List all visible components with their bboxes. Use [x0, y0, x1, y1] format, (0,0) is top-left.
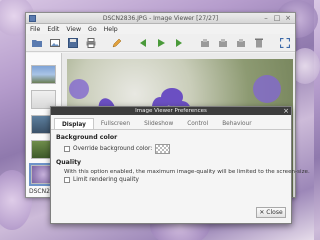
app-icon: [29, 15, 36, 22]
flip-icon[interactable]: [236, 37, 246, 49]
override-bg-row: Override background color:: [64, 144, 287, 154]
viewer-title: DSCN2836.JPG - Image Viewer [27/27]: [102, 14, 219, 22]
dialog-close-icon[interactable]: ×: [283, 107, 289, 115]
menubar: File Edit View Go Help: [26, 24, 295, 34]
override-bg-checkbox[interactable]: [64, 146, 70, 152]
tab-control[interactable]: Control: [180, 118, 215, 129]
maximize-icon[interactable]: □: [273, 14, 281, 22]
edit-icon[interactable]: [112, 37, 122, 49]
menu-help[interactable]: Help: [104, 26, 118, 33]
preferences-dialog: Image Viewer Preferences × Display Fulls…: [50, 106, 310, 224]
window-controls: – □ ×: [262, 14, 292, 22]
fullscreen-icon[interactable]: [280, 37, 290, 49]
quality-description: With this option enabled, the maximum im…: [64, 169, 310, 175]
menu-file[interactable]: File: [30, 26, 40, 33]
display-panel: Background color Override background col…: [51, 130, 310, 183]
dialog-title: Image Viewer Preferences: [135, 108, 207, 114]
bg-color-picker-button[interactable]: [155, 144, 171, 154]
limit-quality-row: Limit rendering quality: [64, 177, 287, 183]
override-bg-label: Override background color:: [73, 146, 153, 152]
tab-slideshow[interactable]: Slideshow: [137, 118, 180, 129]
thumbnail[interactable]: [31, 65, 56, 84]
print-icon[interactable]: [86, 37, 96, 49]
close-button[interactable]: ✕ Close: [256, 207, 286, 218]
menu-go[interactable]: Go: [88, 26, 97, 33]
preference-tabs: Display Fullscreen Slideshow Control Beh…: [51, 118, 291, 130]
tab-display[interactable]: Display: [54, 118, 94, 129]
image-icon[interactable]: [50, 37, 60, 49]
background-color-heading: Background color: [56, 134, 118, 141]
back-icon[interactable]: [138, 37, 148, 49]
forward-icon[interactable]: [174, 37, 184, 49]
limit-quality-label: Limit rendering quality: [73, 177, 139, 183]
folder-icon[interactable]: [32, 37, 42, 49]
minimize-icon[interactable]: –: [262, 14, 270, 22]
rotate-right-icon[interactable]: [218, 37, 228, 49]
viewer-titlebar: DSCN2836.JPG - Image Viewer [27/27] – □ …: [26, 13, 295, 24]
limit-quality-checkbox[interactable]: [64, 177, 70, 183]
toolbar: [26, 34, 295, 52]
quality-heading: Quality: [56, 159, 82, 166]
tab-behaviour[interactable]: Behaviour: [215, 118, 258, 129]
play-icon[interactable]: [156, 37, 166, 49]
menu-view[interactable]: View: [66, 26, 81, 33]
tab-fullscreen[interactable]: Fullscreen: [94, 118, 137, 129]
menu-edit[interactable]: Edit: [47, 26, 59, 33]
trash-icon[interactable]: [254, 37, 264, 49]
close-icon[interactable]: ×: [284, 14, 292, 22]
save-icon[interactable]: [68, 37, 78, 49]
dialog-titlebar: Image Viewer Preferences ×: [51, 107, 291, 115]
rotate-left-icon[interactable]: [200, 37, 210, 49]
